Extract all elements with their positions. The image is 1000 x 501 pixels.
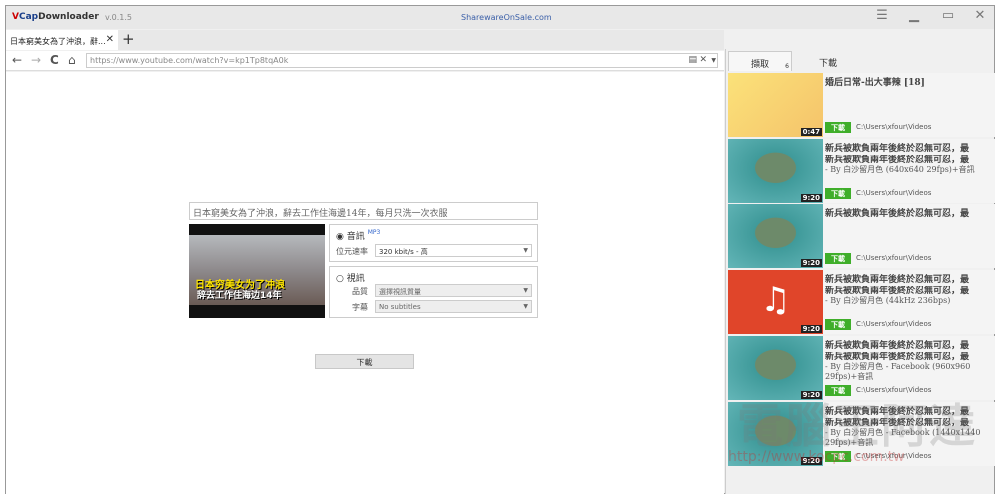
reload-icon[interactable]: C [50,53,59,67]
app-logo: VCapDownloader [12,12,99,22]
item-detail [825,220,995,252]
tab-bar: 日本窮美女為了沖浪，辭... ✕ + [6,30,724,50]
capture-item[interactable]: 9:20 新兵被欺負兩年後終於忍無可忍，最 新兵被欺負兩年後終於忍無可忍，最 - … [728,139,995,203]
video-radio[interactable]: ○ 視訊 [336,271,365,284]
item-download-button[interactable]: 下載 [825,122,851,133]
quality-select[interactable]: 選擇視訊質量 ▼ [375,284,532,297]
item-path: C:\Users\xfour\Videos [856,254,932,262]
bitrate-select[interactable]: 320 kbit/s - 高 ▼ [375,244,532,257]
url-dropdown-icon[interactable]: ▼ [711,57,716,64]
item-detail: 新兵被欺負兩年後終於忍無可忍，最 - By 白沙留月色 (44kHz 236bps… [825,286,970,305]
capture-item[interactable]: ♫ 9:20 新兵被欺負兩年後終於忍無可忍，最 新兵被欺負兩年後終於忍無可忍，最 -… [728,270,995,334]
audio-options: ◉ 音訊 MP3 位元速率 320 kbit/s - 高 ▼ [329,224,538,262]
close-button[interactable]: ✕ [970,8,990,23]
download-panel: 日本窮美女為了沖浪，辭去工作住海邊14年，每月只洗一次衣服 日本穷美女为了冲浪 … [6,72,724,494]
music-note-icon: ♫ [760,280,791,320]
video-thumbnail: 日本穷美女为了冲浪 辞去工作住海边14年 [189,224,325,318]
clear-url-icon[interactable]: ✕ [699,55,707,65]
home-icon[interactable]: ⌂ [68,53,76,67]
clipboard-icon[interactable]: ▤ [688,55,697,65]
capture-item[interactable]: 0:47 婚后日常-出大事辣 [18] 下載 C:\Users\xfour\Vi… [728,73,995,137]
menu-icon[interactable]: ☰ [872,8,892,23]
item-detail [825,89,995,121]
url-input[interactable]: https://www.youtube.com/watch?v=kp1Tp8tq… [86,53,718,68]
maximize-button[interactable]: ▭ [938,8,958,23]
app-version: v.0.1.5 [105,13,133,22]
browser-tab[interactable]: 日本窮美女為了沖浪，辭... ✕ [6,30,118,50]
item-path: C:\Users\xfour\Videos [856,123,932,131]
duration-badge: 9:20 [800,194,822,202]
tab-download[interactable]: 下載 [796,51,860,71]
item-title: 新兵被欺負兩年後終於忍無可忍，最 [825,144,970,154]
subtitles-select[interactable]: No subtitles ▼ [375,300,532,313]
title-bar: VCapDownloader v.0.1.5 SharewareOnSale.c… [6,6,994,29]
item-thumbnail: 9:20 [728,139,823,203]
capture-item[interactable]: 9:20 新兵被欺負兩年後終於忍無可忍，最 下載 C:\Users\xfour\… [728,204,995,268]
new-tab-button[interactable]: + [122,30,135,48]
forward-icon[interactable]: → [31,53,41,67]
back-icon[interactable]: ← [12,53,22,67]
capture-count: 6 [785,63,789,70]
video-options: ○ 視訊 品質 選擇視訊質量 ▼ 字幕 No subtitles ▼ [329,266,538,318]
video-title-field[interactable]: 日本窮美女為了沖浪，辭去工作住海邊14年，每月只洗一次衣服 [189,202,538,220]
item-thumbnail: ♫ 9:20 [728,270,823,334]
item-detail: 新兵被欺負兩年後終於忍無可忍，最 - By 白沙留月色 (640x640 29fp… [825,155,975,174]
item-thumbnail: 0:47 [728,73,823,137]
download-button[interactable]: 下載 [315,354,414,369]
item-thumbnail: 9:20 [728,204,823,268]
watermark-logo: 電腦王阿達 [737,399,977,453]
sponsor-link[interactable]: SharewareOnSale.com [461,13,552,22]
item-download-button[interactable]: 下載 [825,188,851,199]
duration-badge: 0:47 [800,128,822,136]
minimize-button[interactable]: ▁ [904,8,924,23]
item-detail: 新兵被欺負兩年後終於忍無可忍，最 - By 白沙留月色 - Facebook (9… [825,352,971,381]
item-title: 婚后日常-出大事辣 [18] [825,78,925,88]
duration-badge: 9:20 [800,325,822,333]
navigation-bar: ← → C ⌂ https://www.youtube.com/watch?v=… [6,51,724,71]
item-title: 新兵被欺負兩年後終於忍無可忍，最 [825,209,970,219]
item-path: C:\Users\xfour\Videos [856,189,932,197]
item-download-button[interactable]: 下載 [825,319,851,330]
item-download-button[interactable]: 下載 [825,253,851,264]
item-title: 新兵被欺負兩年後終於忍無可忍，最 [825,341,970,351]
close-tab-icon[interactable]: ✕ [106,34,114,45]
mp3-badge: MP3 [367,229,381,236]
audio-radio[interactable]: ◉ 音訊 MP3 [336,229,380,242]
item-path: C:\Users\xfour\Videos [856,320,932,328]
watermark-url: http://www.kocpc.com.tw [728,449,905,465]
duration-badge: 9:20 [800,259,822,267]
tab-capture[interactable]: 擷取 6 [728,51,792,71]
item-title: 新兵被欺負兩年後終於忍無可忍，最 [825,275,970,285]
